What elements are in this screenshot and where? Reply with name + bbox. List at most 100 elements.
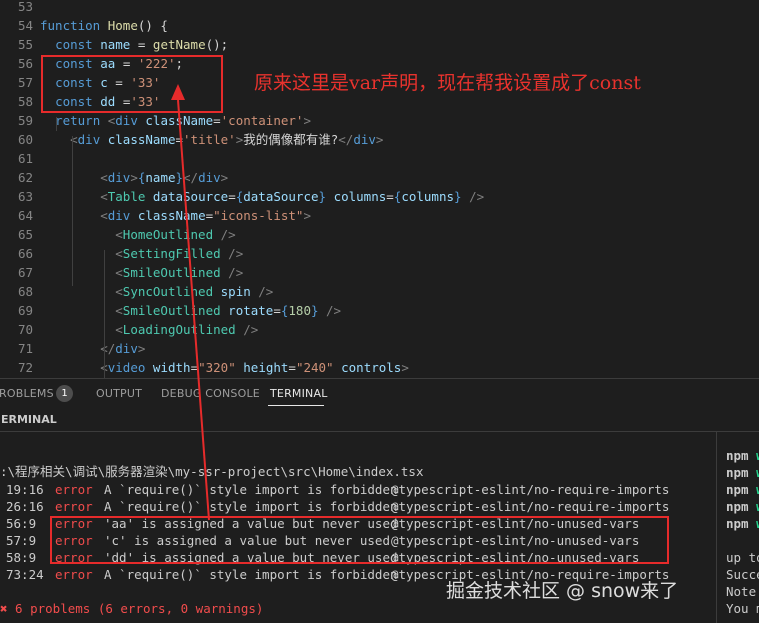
code-token: > <box>303 113 311 128</box>
side-terminal-text: npm <box>726 516 757 531</box>
code-line[interactable]: 67 <SmileOutlined /> <box>0 263 759 282</box>
code-token: } <box>175 170 184 185</box>
code-token: SyncOutlined <box>122 284 214 299</box>
side-terminal-line: npm w <box>726 464 759 481</box>
side-terminal-text: You m <box>726 601 759 616</box>
code-token: < <box>100 208 108 223</box>
code-line[interactable]: 71 </div> <box>0 339 759 358</box>
code-token: Table <box>107 189 146 204</box>
side-terminal-line: You m <box>726 600 759 617</box>
line-number: 70 <box>17 322 33 337</box>
code-token: controls <box>341 360 402 375</box>
terminal-section-header: ERMINAL <box>0 408 759 432</box>
error-location: 58:9 <box>6 550 37 565</box>
indent-guide <box>104 250 105 378</box>
line-number: 72 <box>17 360 33 375</box>
error-message: A `require()` style import is forbidden <box>104 482 398 497</box>
code-line[interactable]: 70 <LoadingOutlined /> <box>0 320 759 339</box>
code-token: = <box>288 360 296 375</box>
tab-terminal[interactable]: TERMINAL <box>270 387 328 400</box>
code-token: className <box>137 208 206 223</box>
side-terminal-line: npm w <box>726 515 759 532</box>
code-line[interactable]: 61 <box>0 149 759 168</box>
code-token: 'title' <box>183 132 236 147</box>
error-location: 56:9 <box>6 516 37 531</box>
code-token: "icons-list" <box>213 208 304 223</box>
terminal-split-divider[interactable] <box>716 432 717 623</box>
code-token: /> <box>326 303 342 318</box>
line-number: 56 <box>17 56 33 71</box>
code-token: < <box>115 284 123 299</box>
side-terminal-line: Succe <box>726 566 759 583</box>
code-line[interactable]: 62 <div>{name}</div> <box>0 168 759 187</box>
tab-output[interactable]: OUTPUT <box>96 387 142 400</box>
code-line[interactable]: 54 function Home() { <box>0 16 759 35</box>
error-rule: @typescript-eslint/no-require-imports <box>391 482 670 497</box>
code-text: <SyncOutlined spin /> <box>40 282 273 301</box>
code-text: const name = getName(); <box>40 35 228 54</box>
tab-debug-console[interactable]: DEBUG CONSOLE <box>161 387 260 400</box>
code-token: = <box>130 37 153 52</box>
line-number: 64 <box>17 208 33 223</box>
code-token: } <box>310 303 319 318</box>
code-line[interactable]: 68 <SyncOutlined spin /> <box>0 282 759 301</box>
code-token: </ <box>183 170 199 185</box>
indent-guide <box>72 136 73 286</box>
side-terminal-text: up to <box>726 550 759 565</box>
line-number: 53 <box>17 0 33 14</box>
error-message: A `require()` style import is forbidden <box>104 499 398 514</box>
code-token: < <box>115 303 123 318</box>
code-line[interactable]: 53 <box>0 0 759 16</box>
code-line[interactable]: 72 <video width="320" height="240" contr… <box>0 358 759 377</box>
line-number: 66 <box>17 246 33 261</box>
code-token: /> <box>228 246 244 261</box>
code-line[interactable]: 59 return <div className='container'> <box>0 111 759 130</box>
code-line[interactable]: 63 <Table dataSource={dataSource} column… <box>0 187 759 206</box>
terminal-summary: ✖ 6 problems (6 errors, 0 warnings) <box>0 601 264 616</box>
code-token: Home <box>107 18 138 33</box>
code-line[interactable]: 60 <div className='title'>我的偶像都有谁?</div> <box>0 130 759 149</box>
tab-problems[interactable]: ROBLEMS <box>0 387 54 400</box>
code-token: < <box>115 322 123 337</box>
code-token: /> <box>243 322 259 337</box>
annotation-note: 原来这里是var声明，现在帮我设置成了const <box>254 72 641 94</box>
active-tab-indicator <box>268 405 324 406</box>
code-token: > <box>303 208 311 223</box>
code-token: className <box>145 113 214 128</box>
code-token: dataSource <box>152 189 229 204</box>
code-line[interactable]: 55 const name = getName(); <box>0 35 759 54</box>
code-line[interactable]: 64 <div className="icons-list"> <box>0 206 759 225</box>
code-token: return <box>55 113 101 128</box>
code-token: name <box>145 170 176 185</box>
code-text: </div> <box>40 339 145 358</box>
line-number: 58 <box>17 94 33 109</box>
code-token: LoadingOutlined <box>122 322 236 337</box>
error-rule: @typescript-eslint/no-require-imports <box>391 499 670 514</box>
code-token: </ <box>338 132 354 147</box>
code-text: <div>{name}</div> <box>40 168 228 187</box>
code-text: <Table dataSource={dataSource} columns={… <box>40 187 484 206</box>
code-line[interactable]: 69 <SmileOutlined rotate={180} /> <box>0 301 759 320</box>
code-line[interactable]: 66 <SettingFilled /> <box>0 244 759 263</box>
code-line[interactable]: 65 <HomeOutlined /> <box>0 225 759 244</box>
code-token: columns <box>401 189 455 204</box>
code-text: <SmileOutlined /> <box>40 263 243 282</box>
code-token: height <box>243 360 289 375</box>
code-text: <div className='title'>我的偶像都有谁?</div> <box>40 130 383 149</box>
side-terminal-text: npm <box>726 482 757 497</box>
code-token: SmileOutlined <box>122 265 221 280</box>
code-token: > <box>137 341 146 356</box>
code-token: video <box>107 360 146 375</box>
line-number: 68 <box>17 284 33 299</box>
code-token: getName <box>152 37 206 52</box>
code-text: return <div className='container'> <box>40 111 311 130</box>
code-token: < <box>100 189 108 204</box>
